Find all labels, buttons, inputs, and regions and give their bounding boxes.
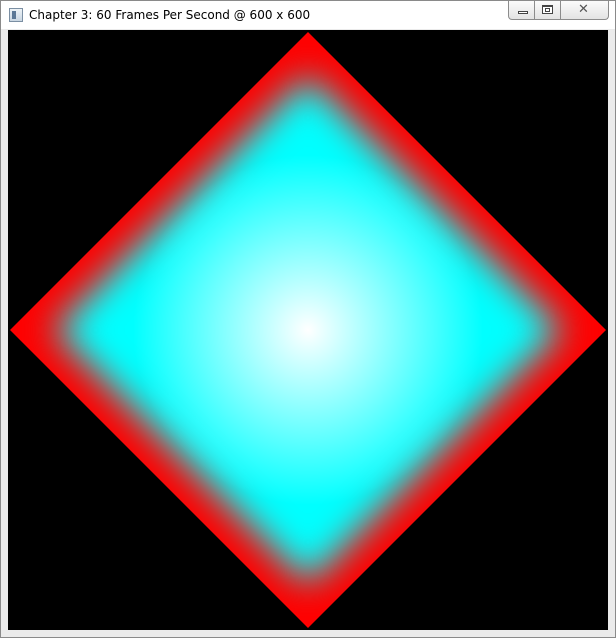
minimize-button[interactable] [508,1,535,20]
window-title: Chapter 3: 60 Frames Per Second @ 600 x … [29,8,311,22]
app-window-icon[interactable] [9,8,23,22]
minimize-icon [518,11,528,14]
app-window: Chapter 3: 60 Frames Per Second @ 600 x … [0,0,616,638]
close-icon: ✕ [578,2,589,17]
maximize-button[interactable] [535,1,561,20]
title-bar[interactable]: Chapter 3: 60 Frames Per Second @ 600 x … [1,1,615,29]
diamond-center-glow [10,32,606,628]
caption-buttons: ✕ [508,1,609,20]
render-canvas[interactable] [8,30,608,630]
close-button[interactable]: ✕ [561,1,609,20]
maximize-icon [542,5,553,14]
scene-svg [10,32,606,628]
